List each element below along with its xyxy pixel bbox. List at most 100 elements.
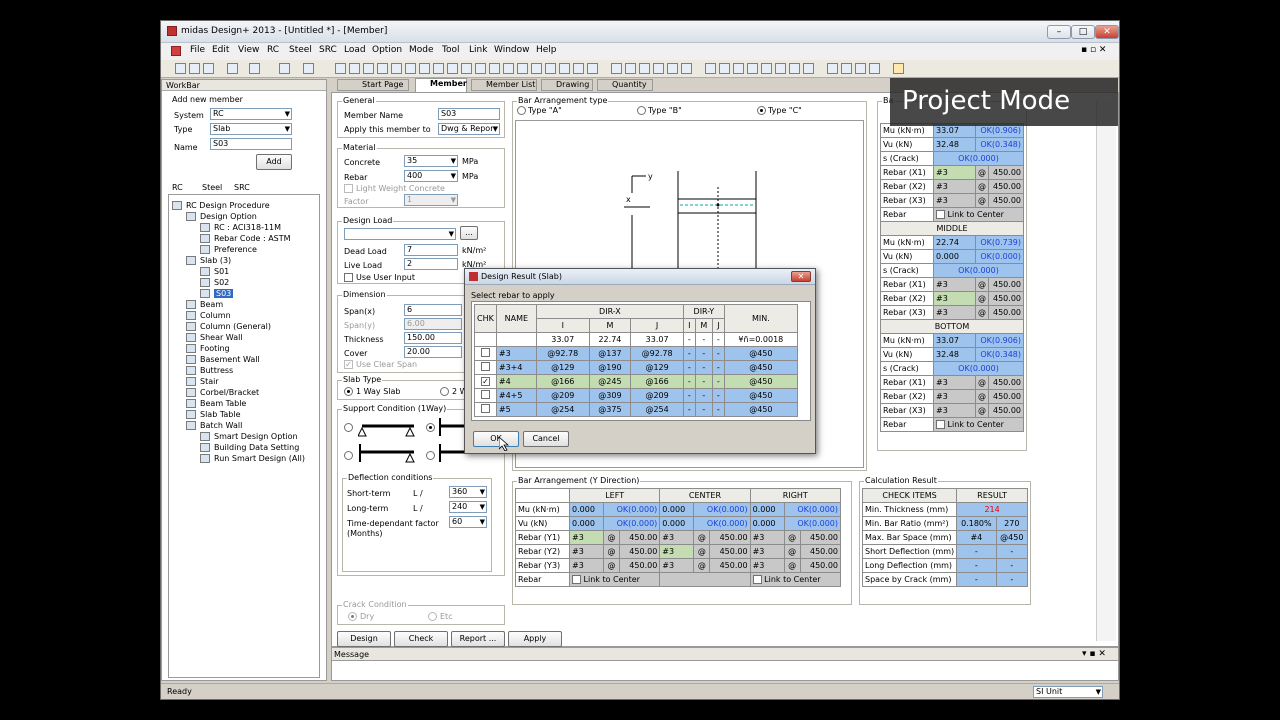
user-input-checkbox[interactable] [344,273,353,282]
tool-icon-7[interactable] [789,63,800,74]
layout-icon-19[interactable] [587,63,598,74]
tree-item[interactable]: Corbel/Bracket [200,388,259,397]
layout-icon-13[interactable] [503,63,514,74]
tree-item[interactable]: Column (General) [200,322,271,331]
window-icon-2[interactable] [841,63,852,74]
undo-icon[interactable] [227,63,238,74]
menu-link[interactable]: Link [469,45,487,55]
dry-radio[interactable] [348,612,357,621]
window-icon-4[interactable] [869,63,880,74]
tab-member[interactable]: Member [415,78,467,92]
row-checkbox[interactable] [480,348,490,357]
support-radio-3[interactable] [344,451,353,460]
system-select[interactable]: RC ▼ [210,108,292,120]
apply-to-select[interactable]: Dwg & Repor ▼ [438,123,500,135]
dialog-cancel-button[interactable]: Cancel [523,431,569,447]
layout-icon-15[interactable] [531,63,542,74]
menu-help[interactable]: Help [536,45,557,55]
row-checkbox[interactable] [480,404,490,413]
maximize-button[interactable]: □ [1071,25,1095,39]
row-checkbox[interactable] [480,362,490,371]
layout-icon-14[interactable] [517,63,528,74]
menu-window[interactable]: Window [494,45,530,55]
tool-icon-6[interactable] [775,63,786,74]
report-button[interactable]: Report ... [451,631,505,647]
layout-icon-18[interactable] [573,63,584,74]
menu-tool[interactable]: Tool [442,45,459,55]
tree-item[interactable]: RC Design Procedure [186,201,270,210]
dialog-ok-button[interactable]: OK [473,431,519,447]
tool-icon-2[interactable] [719,63,730,74]
right-link-checkbox[interactable] [752,575,762,584]
check-button[interactable]: Check [394,631,448,647]
name-input[interactable]: S03 [210,138,292,150]
support-radio-2[interactable] [426,423,435,432]
new-icon[interactable] [175,63,186,74]
layout-icon-4[interactable] [377,63,388,74]
tree-item[interactable]: Preference [214,245,257,254]
tree-item[interactable]: Column [200,311,231,320]
window-icon-1[interactable] [827,63,838,74]
tree-item[interactable]: S01 [214,267,229,276]
clear-span-checkbox[interactable]: ✓ [344,360,353,369]
tree-item[interactable]: Rebar Code : ASTM [214,234,291,243]
layout-icon-3[interactable] [363,63,374,74]
tree-item-selected[interactable]: S03 [214,289,234,298]
type-b-radio[interactable] [637,106,646,115]
tree-item[interactable]: Run Smart Design (All) [214,454,305,463]
window-icon-3[interactable] [855,63,866,74]
help-icon[interactable] [303,63,314,74]
tree-item[interactable]: RC : ACI318-11M [214,223,281,232]
layout-icon-5[interactable] [391,63,402,74]
mode-icon[interactable] [893,63,904,74]
design-button[interactable]: Design [337,631,391,647]
tool-icon-3[interactable] [733,63,744,74]
menu-mode[interactable]: Mode [409,45,434,55]
dead-load-input[interactable]: 7 [404,244,458,256]
tree-item[interactable]: Slab (3) [200,256,231,265]
lwc-checkbox[interactable] [344,184,353,193]
tree-item[interactable]: Slab Table [200,410,241,419]
cover-input[interactable]: 20.00 [404,346,462,358]
tool-icon-8[interactable] [803,63,814,74]
layout-icon-24[interactable] [667,63,678,74]
menu-load[interactable]: Load [344,45,366,55]
tab-steel[interactable]: Steel [202,183,222,192]
row-checkbox-checked[interactable]: ✓ [480,377,490,386]
type-select[interactable]: Slab ▼ [210,123,292,135]
top-link-checkbox[interactable] [936,210,945,219]
thickness-input[interactable]: 150.00 [404,332,462,344]
etc-radio[interactable] [428,612,437,621]
tab-src[interactable]: SRC [234,183,250,192]
one-way-radio[interactable] [344,387,353,396]
tree-item[interactable]: Design Option [200,212,257,221]
tool-icon-5[interactable] [761,63,772,74]
support-radio-1[interactable] [344,423,353,432]
save-icon[interactable] [203,63,214,74]
tree-item[interactable]: Beam [200,300,223,309]
tree-item[interactable]: Stair [200,377,219,386]
load-browse-button[interactable]: ... [460,226,478,240]
menu-file[interactable]: File [190,45,205,55]
row-checkbox[interactable] [480,390,490,399]
tree-item[interactable]: Smart Design Option [214,432,298,441]
live-load-input[interactable]: 2 [404,258,458,270]
layout-icon-23[interactable] [653,63,664,74]
type-a-radio[interactable] [517,106,526,115]
layout-icon-1[interactable] [335,63,346,74]
type-c-radio[interactable] [757,106,766,115]
layout-icon-25[interactable] [681,63,692,74]
concrete-select[interactable]: 35 ▼ [404,155,458,167]
layout-icon-16[interactable] [545,63,556,74]
layout-icon-20[interactable] [611,63,622,74]
tree-item[interactable]: Footing [200,344,230,353]
factor-select[interactable]: 1 ▼ [404,194,458,206]
menu-edit[interactable]: Edit [212,45,229,55]
rebar-select[interactable]: 400 ▼ [404,170,458,182]
tree-item[interactable]: Basement Wall [200,355,260,364]
time-factor-select[interactable]: 60 ▼ [449,516,487,528]
minimize-button[interactable]: – [1047,25,1071,39]
support-radio-4[interactable] [426,451,435,460]
tool-icon-1[interactable] [705,63,716,74]
layout-icon-22[interactable] [639,63,650,74]
